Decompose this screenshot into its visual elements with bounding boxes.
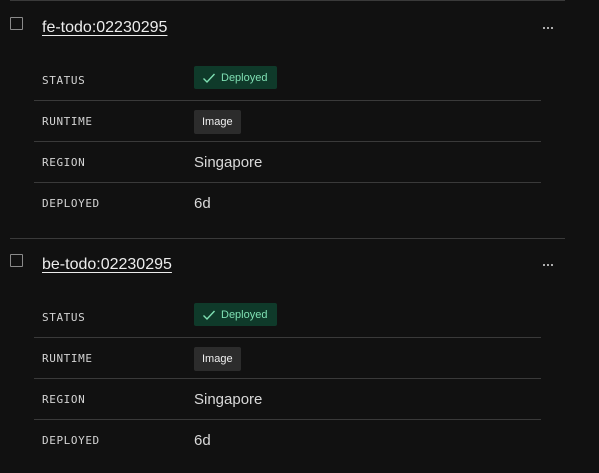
- runtime-label: RUNTIME: [42, 115, 93, 128]
- service-name-link[interactable]: be-todo:02230295: [42, 256, 172, 274]
- status-row: STATUS Deployed: [34, 297, 541, 338]
- service-list: fe-todo:02230295 STATUS Deployed RUNTIME…: [0, 0, 599, 473]
- region-value: Singapore: [194, 154, 263, 171]
- more-horizontal-icon-dot: [547, 264, 549, 266]
- runtime-badge: Image: [194, 110, 241, 134]
- runtime-label: RUNTIME: [42, 352, 93, 365]
- region-label: REGION: [42, 156, 86, 169]
- deployed-label: DEPLOYED: [42, 197, 100, 210]
- region-label: REGION: [42, 393, 86, 406]
- region-row: REGION Singapore: [34, 379, 541, 420]
- select-checkbox[interactable]: [10, 17, 23, 30]
- service-card: fe-todo:02230295 STATUS Deployed RUNTIME…: [0, 1, 599, 239]
- status-badge: Deployed: [194, 303, 278, 326]
- runtime-badge: Image: [194, 347, 241, 371]
- status-row: STATUS Deployed: [34, 60, 541, 101]
- deployed-value: 6d: [194, 195, 211, 212]
- more-horizontal-icon-dot: [551, 27, 553, 29]
- more-horizontal-icon: [543, 264, 545, 266]
- more-horizontal-icon: [543, 27, 545, 29]
- status-label: STATUS: [42, 74, 86, 87]
- status-text: Deployed: [221, 308, 268, 321]
- deployed-value: 6d: [194, 432, 211, 449]
- more-options-button[interactable]: [536, 255, 560, 275]
- status-text: Deployed: [221, 71, 268, 84]
- runtime-row: RUNTIME Image: [34, 101, 541, 142]
- check-icon: [203, 73, 216, 83]
- runtime-row: RUNTIME Image: [34, 338, 541, 379]
- service-name-link[interactable]: fe-todo:02230295: [42, 19, 167, 37]
- status-label: STATUS: [42, 311, 86, 324]
- more-horizontal-icon-dot: [551, 264, 553, 266]
- check-icon: [203, 310, 216, 320]
- deployed-row: DEPLOYED 6d: [34, 420, 541, 461]
- service-card: be-todo:02230295 STATUS Deployed RUNTIME…: [0, 238, 599, 473]
- region-value: Singapore: [194, 391, 263, 408]
- region-row: REGION Singapore: [34, 142, 541, 183]
- deployed-label: DEPLOYED: [42, 434, 100, 447]
- more-options-button[interactable]: [536, 18, 560, 38]
- select-checkbox[interactable]: [10, 254, 23, 267]
- deployed-row: DEPLOYED 6d: [34, 183, 541, 224]
- more-horizontal-icon-dot: [547, 27, 549, 29]
- status-badge: Deployed: [194, 66, 278, 89]
